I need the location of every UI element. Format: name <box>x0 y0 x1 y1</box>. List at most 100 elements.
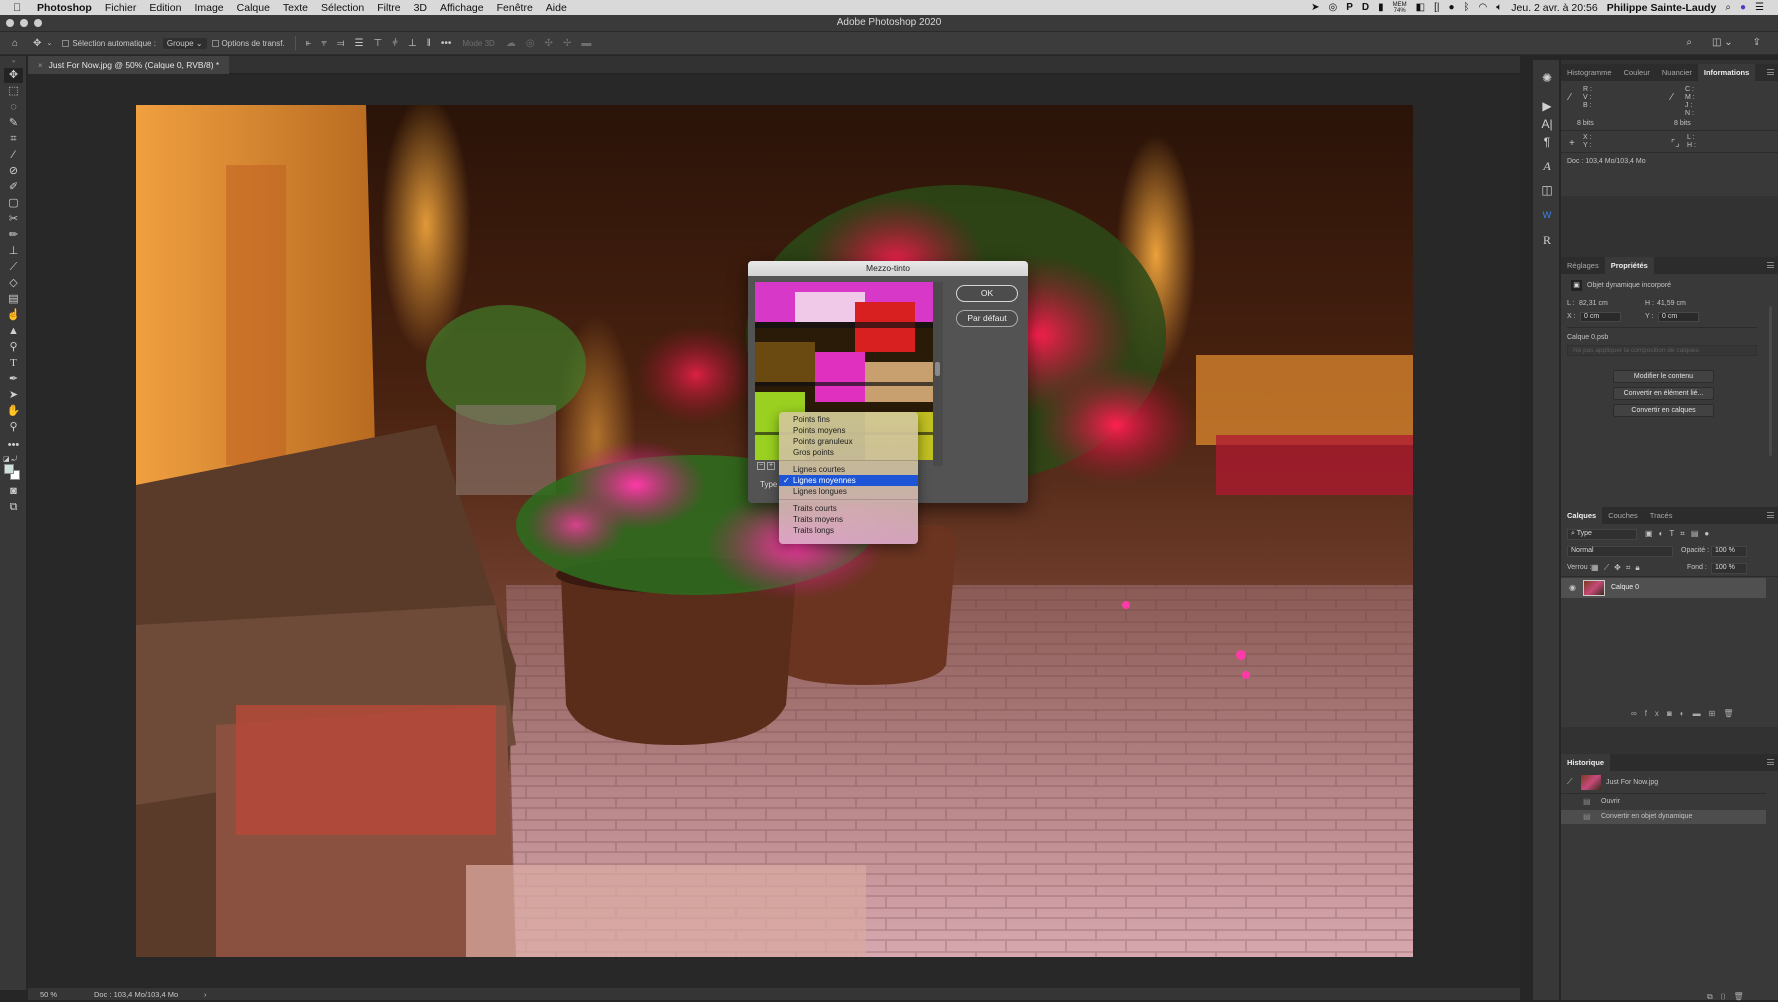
menu-option[interactable]: Traits courts <box>779 503 918 514</box>
screen-mode-icon[interactable]: ⧉ <box>4 500 23 515</box>
tab-proprietes[interactable]: Propriétés <box>1604 257 1654 274</box>
opacity-field[interactable]: 100 % <box>1711 546 1747 557</box>
preview-scrollbar[interactable] <box>933 282 943 466</box>
tab-nuancier[interactable]: Nuancier <box>1656 64 1698 81</box>
menu-option[interactable]: Points granuleux <box>779 436 918 447</box>
location-icon[interactable]: ➤ <box>1311 2 1319 13</box>
tab-couleur[interactable]: Couleur <box>1618 64 1656 81</box>
hand-tool[interactable]: ✋ <box>4 404 23 419</box>
zoom-level[interactable]: 50 % <box>40 990 82 999</box>
menu-photoshop[interactable]: Photoshop <box>37 2 92 14</box>
doc-size-info[interactable]: Doc : 103,4 Mo/103,4 Mo <box>94 990 194 999</box>
actions-play-icon[interactable]: ▶ <box>1537 96 1557 116</box>
lock-all-icon[interactable]: 🔒︎ <box>1635 563 1644 572</box>
brush-tool[interactable]: ✐ <box>4 180 23 195</box>
zoom-tool[interactable]: ⚲ <box>4 420 23 435</box>
quick-selection-tool[interactable]: ✎ <box>4 116 23 131</box>
width-value[interactable]: 82,31 cm <box>1579 300 1608 307</box>
lasso-tool[interactable]: ◌ <box>4 100 23 115</box>
history-step[interactable]: ▤ Ouvrir <box>1561 795 1766 809</box>
align-bottom-edges-icon[interactable]: ⊥ <box>408 38 417 49</box>
menu-option[interactable]: Traits longs <box>779 525 918 536</box>
collapse-toolbar-icon[interactable]: » <box>4 58 23 66</box>
quick-mask-icon[interactable]: ◙ <box>4 484 23 499</box>
blur-tool[interactable]: ☝ <box>4 308 23 323</box>
zoom-out-button[interactable]: − <box>757 462 765 470</box>
auto-select-dropdown[interactable]: Groupe ⌄ <box>162 37 207 49</box>
more-options-button[interactable]: ••• <box>441 38 452 49</box>
document-image[interactable] <box>136 105 1413 957</box>
sharpen-tool[interactable]: ▲ <box>4 324 23 339</box>
plugin-r-icon[interactable]: R <box>1537 230 1557 250</box>
x-position-field[interactable]: 0 cm <box>1580 312 1621 322</box>
align-left-edges-icon[interactable]: ⫦ <box>306 38 312 49</box>
edit-contents-button[interactable]: Modifier le contenu <box>1613 370 1714 383</box>
move-tool-icon[interactable]: ✥ <box>33 38 41 49</box>
history-brush-source-icon[interactable]: ⟋ <box>1567 777 1573 787</box>
search-icon[interactable]: ⌕ <box>1686 37 1692 48</box>
zoom-in-button[interactable]: + <box>767 462 775 470</box>
share-icon[interactable]: ⇪ <box>1753 37 1761 48</box>
shape-filter-icon[interactable]: ⌗ <box>1680 529 1691 538</box>
menu-texte[interactable]: Texte <box>283 2 308 14</box>
bluetooth-icon[interactable]: ᛒ <box>1464 2 1470 13</box>
menu-aide[interactable]: Aide <box>546 2 567 14</box>
new-group-icon[interactable]: ▬ <box>1693 709 1709 718</box>
pixel-filter-icon[interactable]: ▣ <box>1645 529 1659 538</box>
menu-option[interactable]: Points moyens <box>779 425 918 436</box>
menu-3d[interactable]: 3D <box>414 2 427 14</box>
gradient-tool[interactable]: ▤ <box>4 292 23 307</box>
new-layer-icon[interactable]: ⊞ <box>1709 709 1724 718</box>
adjustment-layer-icon[interactable]: ◐ <box>1680 709 1693 718</box>
menu-calque[interactable]: Calque <box>237 2 270 14</box>
toggle-icon[interactable]: ◧ <box>1416 2 1425 13</box>
panel-menu-icon[interactable] <box>1767 262 1774 268</box>
align-right-edges-icon[interactable]: ⫤ <box>337 38 345 49</box>
convert-to-linked-button[interactable]: Convertir en élément lié... <box>1613 387 1714 400</box>
history-snapshot[interactable]: ⟋ Just For Now.jpg <box>1561 774 1766 791</box>
tab-reglages[interactable]: Réglages <box>1561 257 1605 274</box>
menu-selection[interactable]: Sélection <box>321 2 364 14</box>
creative-cloud-icon[interactable]: ◎ <box>1329 2 1338 13</box>
foreground-color-swatch[interactable] <box>4 464 14 474</box>
eraser-tool[interactable]: ◇ <box>4 276 23 291</box>
datetime[interactable]: Jeu. 2 avr. à 20:56 <box>1511 2 1597 14</box>
home-icon[interactable]: ⌂ <box>12 38 18 49</box>
history-brush-tool[interactable]: ⟋ <box>4 260 23 275</box>
wifi-icon[interactable]: ◠ <box>1479 2 1488 13</box>
tab-histogramme[interactable]: Histogramme <box>1561 64 1618 81</box>
document-tab[interactable]: × Just For Now.jpg @ 50% (Calque 0, RVB/… <box>28 56 230 74</box>
menu-option[interactable]: Lignes longues <box>779 486 918 497</box>
apple-icon[interactable]:  <box>13 2 25 14</box>
pen-tool[interactable]: ✒ <box>4 372 23 387</box>
slide-3d-icon[interactable]: ✢ <box>563 38 571 49</box>
flashlight-icon[interactable]: ▮ <box>1378 2 1384 13</box>
close-document-icon[interactable]: × <box>38 61 43 70</box>
layer-filter-dropdown[interactable]: ⌕ Type <box>1567 529 1637 540</box>
eyedropper-tool[interactable]: ⁄ <box>4 148 23 163</box>
paragraph-icon[interactable]: ¶ <box>1537 132 1557 152</box>
auto-select-checkbox[interactable]: Sélection automatique : <box>62 39 156 48</box>
workspace-icon[interactable]: ◫ ⌄ <box>1712 37 1733 48</box>
drag-3d-icon[interactable]: ✣ <box>545 38 553 49</box>
volume-icon[interactable]: 🔈︎ <box>1496 2 1502 13</box>
brush-settings-icon[interactable]: ✺ <box>1537 68 1557 88</box>
menu-fenetre[interactable]: Fenêtre <box>497 2 533 14</box>
smart-object-filter-icon[interactable]: ▤ <box>1691 529 1705 538</box>
menu-option[interactable]: Points fins <box>779 414 918 425</box>
menu-edition[interactable]: Edition <box>149 2 181 14</box>
lock-artboard-icon[interactable]: ⌗ <box>1626 563 1636 572</box>
filter-toggle-icon[interactable]: ● <box>1704 529 1715 538</box>
memory-status[interactable]: MEM 74% <box>1393 2 1407 14</box>
tab-couches[interactable]: Couches <box>1602 507 1644 524</box>
adjustment-filter-icon[interactable]: ◐ <box>1659 529 1670 538</box>
libraries-icon[interactable]: ◫ <box>1537 180 1557 200</box>
default-button[interactable]: Par défaut <box>956 310 1018 327</box>
lock-image-icon[interactable]: ⟋ <box>1604 563 1615 572</box>
panel-menu-icon[interactable] <box>1767 759 1774 765</box>
orbit-3d-icon[interactable]: ☁ <box>506 38 516 49</box>
lock-position-icon[interactable]: ✥ <box>1614 563 1626 572</box>
user-name[interactable]: Philippe Sainte-Laudy <box>1607 2 1717 14</box>
menu-option[interactable]: Lignes courtes <box>779 464 918 475</box>
panel-menu-icon[interactable] <box>1767 69 1774 75</box>
